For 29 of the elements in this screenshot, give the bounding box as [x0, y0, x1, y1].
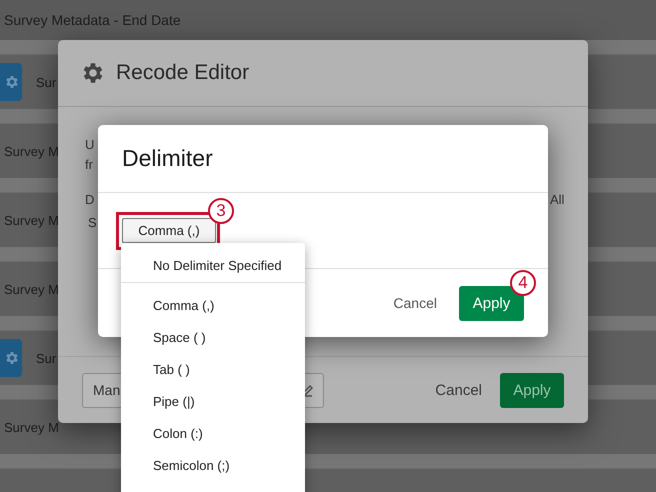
apply-button[interactable]: Apply [459, 286, 524, 320]
row-label: Survey M [3, 420, 59, 434]
apply-button[interactable]: Apply [500, 372, 564, 408]
row-label: Sur [36, 350, 56, 366]
body-text: fr [85, 157, 93, 172]
body-text: S [88, 215, 97, 230]
row-label: Sur [36, 74, 56, 90]
menu-item[interactable]: Pipe (|) [121, 385, 305, 417]
row-label: Survey M [3, 212, 59, 228]
cancel-button[interactable]: Cancel [435, 382, 482, 398]
menu-item[interactable]: Comma (,) [121, 289, 305, 321]
body-text: All [550, 192, 564, 207]
dialog-title: Recode Editor [116, 61, 250, 85]
delimiter-select[interactable]: Comma (,) [122, 218, 216, 243]
menu-item[interactable]: Semicolon (;) [121, 449, 305, 481]
settings-tile[interactable] [0, 63, 22, 101]
dialog-title: Delimiter [122, 145, 213, 172]
body-text: U [85, 137, 94, 152]
menu-item[interactable]: Tab ( ) [121, 353, 305, 385]
body-text: D [85, 192, 94, 207]
gear-icon [4, 350, 20, 366]
gear-icon [4, 74, 20, 90]
row-label: Survey M [3, 144, 59, 158]
menu-item[interactable]: Space ( ) [121, 321, 305, 353]
menu-item[interactable]: Colon (:) [121, 417, 305, 449]
row-label: Survey Metadata - End Date [3, 12, 181, 28]
settings-tile[interactable] [0, 339, 22, 377]
cancel-button[interactable]: Cancel [393, 295, 437, 311]
row-label: Survey M [3, 282, 59, 296]
